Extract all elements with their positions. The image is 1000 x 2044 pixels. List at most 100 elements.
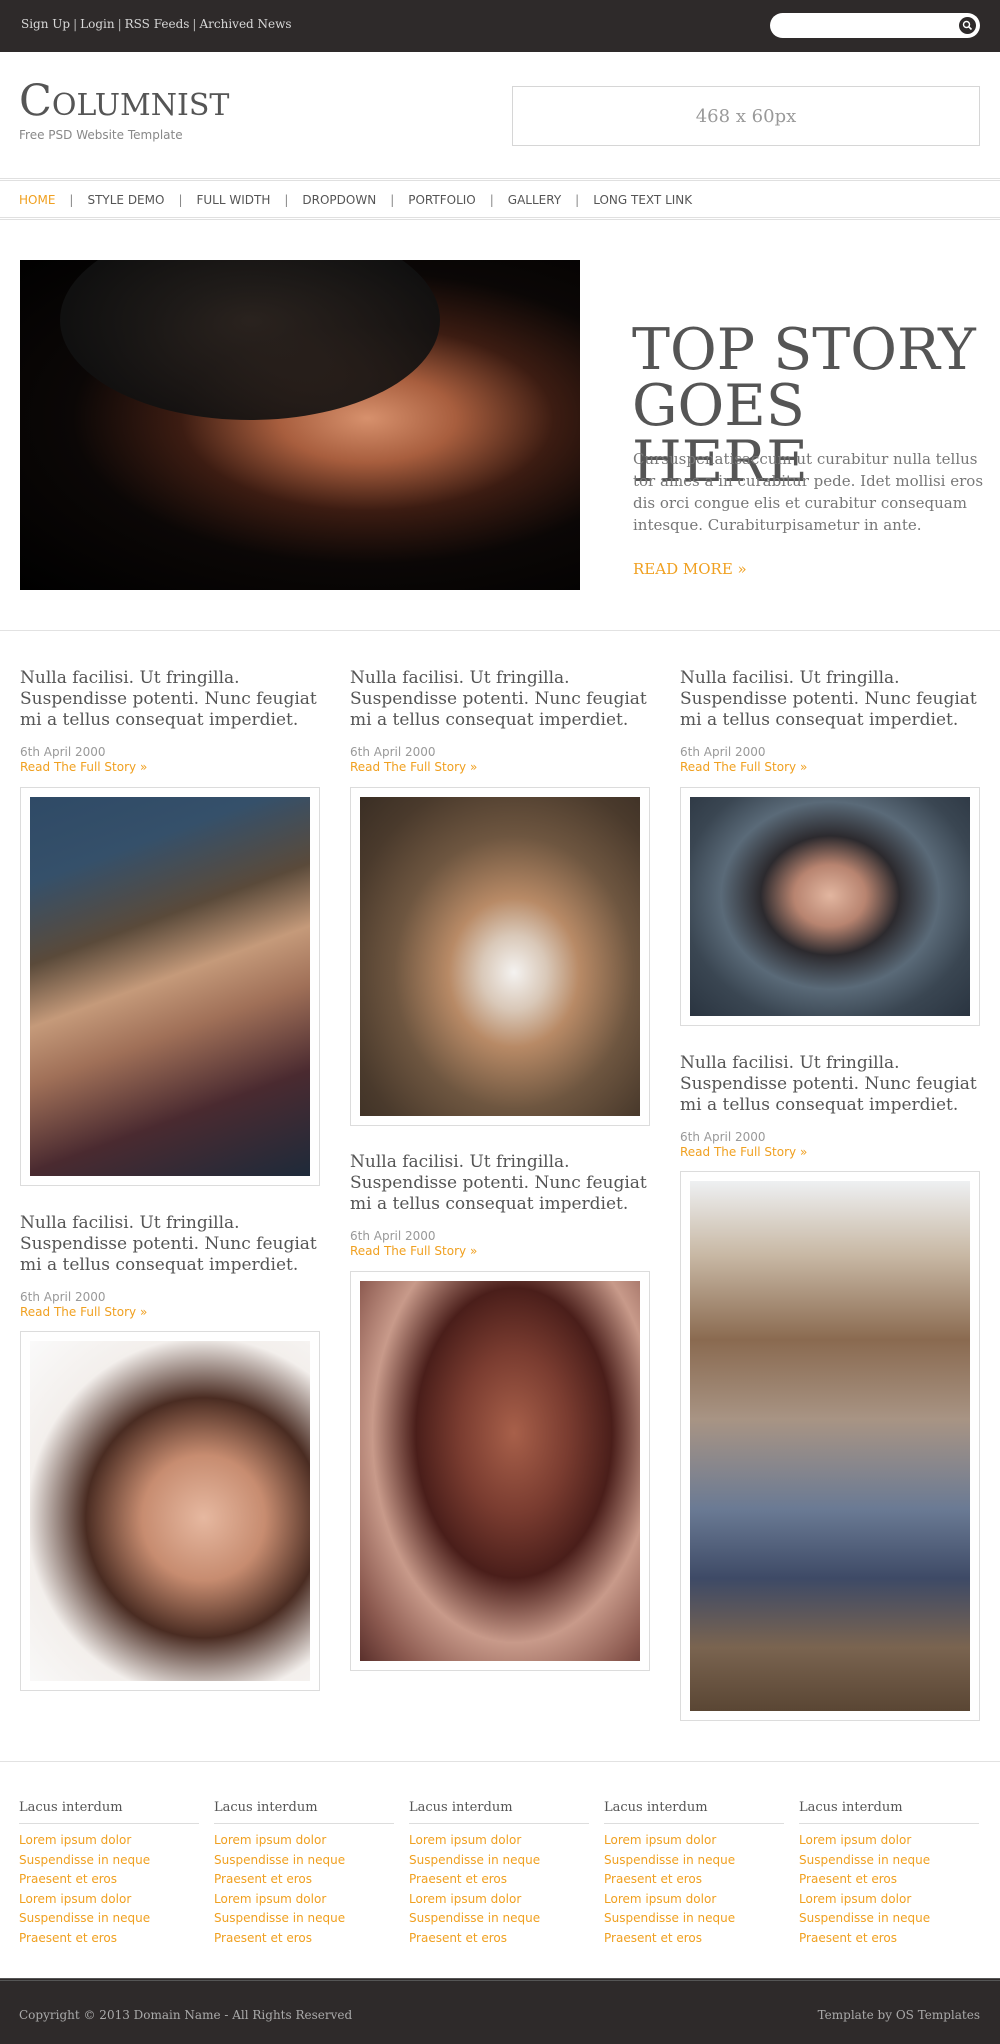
article-title[interactable]: Nulla facilisi. Ut fringilla. Suspendiss… [680, 1053, 980, 1116]
footer-link[interactable]: Praesent et eros [214, 1929, 394, 1949]
footer-link[interactable]: Suspendisse in neque [214, 1909, 394, 1929]
main-nav: HOME | STYLE DEMO | FULL WIDTH | DROPDOWN | … [0, 178, 1000, 220]
footer-column-title: Lacus interdum [19, 1800, 199, 1824]
footer-link[interactable]: Praesent et eros [19, 1929, 199, 1949]
footer-link[interactable]: Suspendisse in neque [799, 1851, 979, 1871]
read-full-story-link[interactable]: Read The Full Story » [350, 1244, 650, 1258]
article-card: Nulla facilisi. Ut fringilla. Suspendiss… [20, 1213, 320, 1319]
footer-link[interactable]: Lorem ipsum dolor [19, 1890, 199, 1910]
footer-link[interactable]: Lorem ipsum dolor [799, 1831, 979, 1851]
nav-item-gallery[interactable]: GALLERY [508, 193, 561, 207]
read-full-story-link[interactable]: Read The Full Story » [20, 1305, 320, 1319]
read-full-story-link[interactable]: Read The Full Story » [680, 760, 980, 774]
footer-link[interactable]: Suspendisse in neque [604, 1851, 784, 1871]
footer-link[interactable]: Lorem ipsum dolor [409, 1890, 589, 1910]
article-date: 6th April 2000 [20, 1290, 106, 1304]
footer-link[interactable]: Lorem ipsum dolor [604, 1831, 784, 1851]
read-full-story-link[interactable]: Read The Full Story » [20, 760, 320, 774]
footer-link[interactable]: Suspendisse in neque [799, 1909, 979, 1929]
article-card: Nulla facilisi. Ut fringilla. Suspendiss… [680, 1053, 980, 1159]
footer-column-title: Lacus interdum [604, 1800, 784, 1824]
template-credit-link[interactable]: Template by OS Templates [818, 2008, 980, 2022]
rss-feeds-link[interactable]: RSS Feeds [125, 17, 190, 31]
footer-column: Lacus interdum Lorem ipsum dolor Suspend… [409, 1800, 589, 1948]
signup-link[interactable]: Sign Up [21, 17, 70, 31]
article-card: Nulla facilisi. Ut fringilla. Suspendiss… [20, 668, 320, 774]
footer-column-title: Lacus interdum [214, 1800, 394, 1824]
ad-banner[interactable]: 468 x 60px [512, 86, 980, 146]
footer-link[interactable]: Lorem ipsum dolor [19, 1831, 199, 1851]
login-link[interactable]: Login [80, 17, 114, 31]
site-logo[interactable]: Columnist [19, 80, 229, 123]
footer-link[interactable]: Lorem ipsum dolor [214, 1890, 394, 1910]
footer-column: Lacus interdum Lorem ipsum dolor Suspend… [214, 1800, 394, 1948]
top-links: Sign Up | Login | RSS Feeds | Archived News [21, 17, 292, 31]
read-full-story-link[interactable]: Read The Full Story » [680, 1145, 980, 1159]
footer-column: Lacus interdum Lorem ipsum dolor Suspend… [604, 1800, 784, 1948]
footer-link[interactable]: Suspendisse in neque [409, 1909, 589, 1929]
search-box [770, 13, 980, 38]
footer-link[interactable]: Suspendisse in neque [19, 1909, 199, 1929]
footer-column-title: Lacus interdum [799, 1800, 979, 1824]
ad-banner-label: 468 x 60px [695, 105, 797, 127]
top-bar: Sign Up | Login | RSS Feeds | Archived News [0, 0, 1000, 52]
article-date: 6th April 2000 [20, 745, 106, 759]
nav-item-home[interactable]: HOME [19, 193, 55, 207]
article-title[interactable]: Nulla facilisi. Ut fringilla. Suspendiss… [20, 1213, 320, 1276]
footer-link[interactable]: Lorem ipsum dolor [214, 1831, 394, 1851]
footer-link[interactable]: Praesent et eros [799, 1929, 979, 1949]
article-image[interactable] [680, 1171, 980, 1721]
search-button[interactable] [959, 17, 976, 34]
footer-link[interactable]: Praesent et eros [799, 1870, 979, 1890]
footer-link[interactable]: Suspendisse in neque [19, 1851, 199, 1871]
footer-column: Lacus interdum Lorem ipsum dolor Suspend… [19, 1800, 199, 1948]
article-image[interactable] [20, 787, 320, 1186]
bottom-bar: Copyright © 2013 Domain Name - All Right… [0, 1978, 1000, 2044]
site-tagline: Free PSD Website Template [19, 128, 183, 142]
footer-link[interactable]: Lorem ipsum dolor [409, 1831, 589, 1851]
article-date: 6th April 2000 [350, 1229, 436, 1243]
footer-link[interactable]: Suspendisse in neque [214, 1851, 394, 1871]
article-card: Nulla facilisi. Ut fringilla. Suspendiss… [350, 1152, 650, 1258]
article-card: Nulla facilisi. Ut fringilla. Suspendiss… [350, 668, 650, 774]
footer-column: Lacus interdum Lorem ipsum dolor Suspend… [799, 1800, 979, 1948]
search-input[interactable] [782, 16, 942, 35]
nav-item-style-demo[interactable]: STYLE DEMO [87, 193, 164, 207]
footer-link[interactable]: Praesent et eros [214, 1870, 394, 1890]
footer-link[interactable]: Lorem ipsum dolor [604, 1890, 784, 1910]
footer-link[interactable]: Lorem ipsum dolor [799, 1890, 979, 1910]
search-icon [962, 20, 973, 31]
footer-link[interactable]: Praesent et eros [409, 1929, 589, 1949]
footer-link[interactable]: Suspendisse in neque [409, 1851, 589, 1871]
hero-read-more-link[interactable]: READ MORE » [633, 560, 747, 578]
nav-item-long-text-link[interactable]: LONG TEXT LINK [593, 193, 692, 207]
footer-column-title: Lacus interdum [409, 1800, 589, 1824]
article-title[interactable]: Nulla facilisi. Ut fringilla. Suspendiss… [680, 668, 980, 731]
article-image[interactable] [680, 787, 980, 1026]
article-image[interactable] [20, 1331, 320, 1691]
article-title[interactable]: Nulla facilisi. Ut fringilla. Suspendiss… [350, 1152, 650, 1215]
article-title[interactable]: Nulla facilisi. Ut fringilla. Suspendiss… [20, 668, 320, 731]
article-date: 6th April 2000 [680, 745, 766, 759]
section-divider [0, 1761, 1000, 1762]
footer-link[interactable]: Praesent et eros [19, 1870, 199, 1890]
copyright-text: Copyright © 2013 Domain Name - All Right… [19, 2008, 353, 2022]
article-image[interactable] [350, 787, 650, 1126]
archived-news-link[interactable]: Archived News [199, 17, 291, 31]
article-image[interactable] [350, 1271, 650, 1671]
nav-item-full-width[interactable]: FULL WIDTH [196, 193, 270, 207]
hero-text: Cursuspenatisaccum ut curabitur nulla te… [633, 450, 984, 534]
article-title[interactable]: Nulla facilisi. Ut fringilla. Suspendiss… [350, 668, 650, 731]
article-date: 6th April 2000 [680, 1130, 766, 1144]
article-date: 6th April 2000 [350, 745, 436, 759]
section-divider [0, 630, 1000, 631]
footer-link[interactable]: Suspendisse in neque [604, 1909, 784, 1929]
footer-link[interactable]: Praesent et eros [409, 1870, 589, 1890]
nav-item-dropdown[interactable]: DROPDOWN [302, 193, 376, 207]
read-full-story-link[interactable]: Read The Full Story » [350, 760, 650, 774]
article-card: Nulla facilisi. Ut fringilla. Suspendiss… [680, 668, 980, 774]
footer-link[interactable]: Praesent et eros [604, 1929, 784, 1949]
footer-link[interactable]: Praesent et eros [604, 1870, 784, 1890]
hero-image[interactable] [20, 260, 580, 590]
nav-item-portfolio[interactable]: PORTFOLIO [408, 193, 476, 207]
